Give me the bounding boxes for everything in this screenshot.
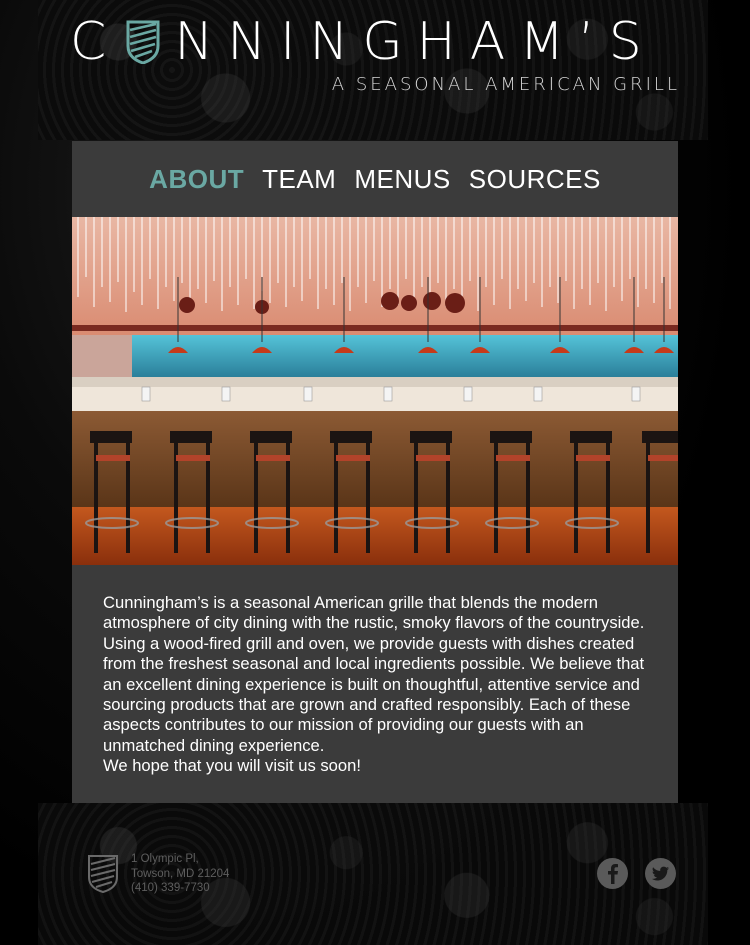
- facebook-icon: [608, 864, 618, 884]
- shield-logo-icon: [126, 20, 160, 64]
- nav-team[interactable]: TEAM: [262, 164, 336, 195]
- site-logo[interactable]: C NNINGHAM’S A SEASONAL AMERICAN GRILL: [70, 14, 680, 104]
- address-line-1: 1 Olympic Pl,: [131, 853, 199, 865]
- nav-sources[interactable]: SOURCES: [469, 164, 601, 195]
- about-closing: We hope that you will visit us soon!: [103, 756, 361, 776]
- address-line-2: Towson, MD 21204: [131, 867, 230, 880]
- twitter-link[interactable]: [645, 858, 676, 889]
- about-paragraph: Cunningham’s is a seasonal American gril…: [103, 593, 645, 755]
- restaurant-bar-photo: [72, 217, 678, 565]
- main-nav: ABOUT TEAM MENUS SOURCES: [72, 141, 678, 217]
- twitter-icon: [651, 866, 669, 881]
- nav-about[interactable]: ABOUT: [149, 164, 244, 195]
- page: C NNINGHAM’S A SEASONAL AMERICAN GRILL A…: [0, 0, 750, 945]
- logo-letters-rest: NNINGHAM’S: [174, 12, 656, 72]
- logo-letter-c: C: [70, 12, 121, 72]
- footer-address: 1 Olympic Pl, Towson, MD 21204 (410) 339…: [131, 852, 229, 896]
- footer-shield-icon[interactable]: [88, 855, 118, 893]
- phone-number[interactable]: (410) 339-7730: [131, 881, 229, 896]
- about-text: Cunningham’s is a seasonal American gril…: [103, 593, 653, 777]
- logo-tagline: A SEASONAL AMERICAN GRILL: [331, 74, 680, 95]
- hero-image: [72, 217, 678, 565]
- facebook-link[interactable]: [597, 858, 628, 889]
- logo-wordmark: C NNINGHAM’S: [70, 14, 680, 70]
- nav-menus[interactable]: MENUS: [354, 164, 450, 195]
- content-panel: ABOUT TEAM MENUS SOURCES Cunningham’s is…: [72, 141, 678, 803]
